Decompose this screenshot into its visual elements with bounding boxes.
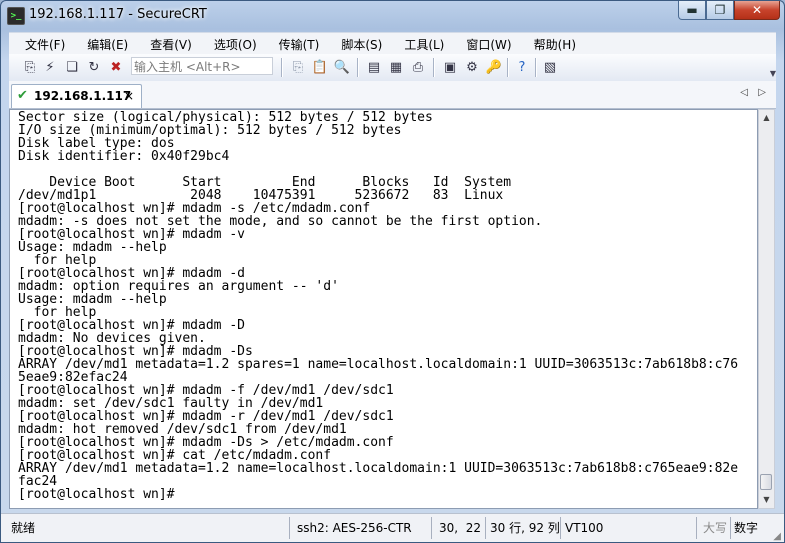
status-separator — [730, 517, 731, 539]
tab-next-icon[interactable]: ▷ — [758, 87, 766, 98]
status-caps-lock: 大写 — [703, 521, 728, 535]
key-icon[interactable]: 🔑 — [485, 58, 503, 76]
toolbar-separator — [535, 58, 537, 77]
close-button[interactable]: ✕ — [734, 1, 780, 20]
menu-edit[interactable]: 编辑(E) — [71, 36, 134, 53]
keymap-icon[interactable]: ▧ — [541, 58, 559, 76]
connect-in-tab-icon[interactable]: ❏ — [63, 58, 81, 76]
tab-bar: ✔ 192.168.1.117 × ◁ ▷ — [9, 81, 776, 109]
status-terminal-type: VT100 — [565, 521, 604, 535]
status-ready: 就绪 — [11, 521, 36, 535]
title-bar[interactable]: >_ 192.168.1.117 - SecureCRT ▬ ❐ ✕ — [1, 1, 784, 29]
securecrt-window: >_ 192.168.1.117 - SecureCRT ▬ ❐ ✕ 文件(F)… — [0, 0, 785, 543]
tab-label: 192.168.1.117 — [34, 89, 132, 103]
status-separator — [431, 517, 432, 539]
toolbar-separator — [433, 58, 435, 77]
toolbar-separator — [281, 58, 283, 77]
help-icon[interactable]: ? — [513, 58, 531, 76]
print-screen-icon[interactable]: ▤ — [365, 58, 383, 76]
status-separator — [560, 517, 561, 539]
tab-prev-icon[interactable]: ◁ — [740, 87, 748, 98]
menu-bar: 文件(F) 编辑(E) 查看(V) 选项(O) 传输(T) 脚本(S) 工具(L… — [9, 32, 776, 55]
reconnect-icon[interactable]: ↻ — [85, 58, 103, 76]
menu-window[interactable]: 窗口(W) — [450, 36, 517, 53]
quick-connect-icon[interactable]: ⚡ — [41, 58, 59, 76]
connected-check-icon: ✔ — [17, 88, 28, 103]
global-options-icon[interactable]: ⚙ — [463, 58, 481, 76]
toolbar-separator — [507, 58, 509, 77]
menu-tools[interactable]: 工具(L) — [388, 36, 450, 53]
scroll-thumb[interactable] — [760, 474, 772, 490]
status-separator — [696, 517, 697, 539]
copy-icon[interactable]: ⎘ — [289, 58, 307, 76]
menu-options[interactable]: 选项(O) — [198, 36, 263, 53]
status-num-lock: 数字 — [734, 521, 759, 535]
status-cursor-position: 30, 22 — [439, 521, 481, 535]
print-icon[interactable]: ⎙ — [409, 58, 427, 76]
status-bar: 就绪 ssh2: AES-256-CTR 30, 22 30 行, 92 列 V… — [1, 513, 784, 542]
resize-grip-icon[interactable]: ◢ — [773, 531, 781, 542]
status-rows-cols: 30 行, 92 列 — [490, 521, 560, 535]
menu-transfer[interactable]: 传输(T) — [263, 36, 326, 53]
scroll-up-icon[interactable]: ▲ — [759, 110, 774, 126]
tab-session[interactable]: ✔ 192.168.1.117 × — [11, 84, 142, 108]
window-controls: ▬ ❐ ✕ — [678, 1, 780, 21]
status-separator — [289, 517, 290, 539]
quick-connect-input[interactable]: 输入主机 <Alt+R> — [131, 57, 273, 75]
print-selection-icon[interactable]: ▦ — [387, 58, 405, 76]
disconnect-icon[interactable]: ✖ — [107, 58, 125, 76]
window-title: 192.168.1.117 - SecureCRT — [29, 7, 207, 22]
status-cipher: ssh2: AES-256-CTR — [297, 521, 412, 535]
minimize-button[interactable]: ▬ — [678, 1, 706, 20]
menu-script[interactable]: 脚本(S) — [325, 36, 388, 53]
menu-view[interactable]: 查看(V) — [134, 36, 198, 53]
terminal-output: Sector size (logical/physical): 512 byte… — [18, 110, 739, 502]
terminal-screen[interactable]: Sector size (logical/physical): 512 byte… — [9, 109, 758, 509]
maximize-button[interactable]: ❐ — [706, 1, 734, 20]
paste-icon[interactable]: 📋 — [311, 58, 329, 76]
session-options-icon[interactable]: ▣ — [441, 58, 459, 76]
status-separator — [485, 517, 486, 539]
toolbar-overflow-icon[interactable]: ▼ — [770, 69, 776, 78]
menu-help[interactable]: 帮助(H) — [518, 36, 582, 53]
vertical-scrollbar[interactable]: ▲ ▼ — [758, 109, 775, 509]
tab-close-icon[interactable]: × — [124, 89, 134, 103]
toolbar: ⎘ ⚡ ❏ ↻ ✖ 输入主机 <Alt+R> ⎘ 📋 🔍 ▤ ▦ ⎙ ▣ ⚙ 🔑… — [9, 54, 776, 82]
securecrt-app-icon: >_ — [7, 7, 25, 25]
toolbar-separator — [357, 58, 359, 77]
connect-icon[interactable]: ⎘ — [21, 58, 39, 76]
find-icon[interactable]: 🔍 — [333, 58, 351, 76]
menu-file[interactable]: 文件(F) — [9, 36, 71, 53]
scroll-down-icon[interactable]: ▼ — [759, 492, 774, 508]
